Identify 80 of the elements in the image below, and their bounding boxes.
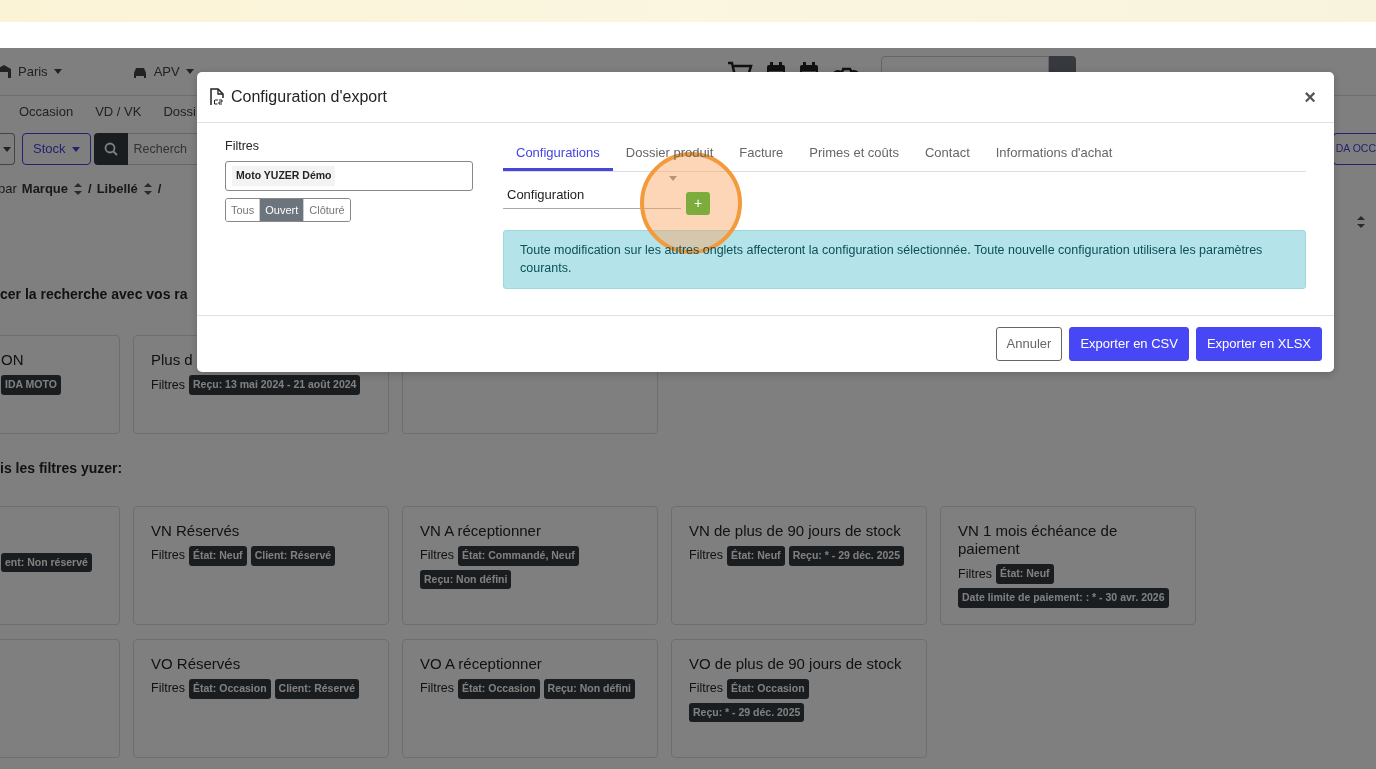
footer-button[interactable]: Exporter en XLSX: [1195, 327, 1322, 361]
filters-label: Filtres: [958, 565, 993, 583]
search-icon: [103, 142, 118, 156]
card-title: VN Réservés: [151, 521, 241, 540]
filters-label: Filtres: [689, 680, 724, 698]
sort-field[interactable]: Marque: [21, 179, 69, 199]
filter-badge: État: Occasion: [727, 678, 809, 699]
filter-badge: Date limite de paiement: : * - 30 avr. 2026: [958, 587, 1169, 608]
configuration-select[interactable]: Configuration: [503, 176, 681, 209]
tab[interactable]: Contact: [911, 137, 983, 171]
sort-icon[interactable]: [73, 182, 84, 196]
tab[interactable]: Configurations: [503, 137, 613, 171]
card-title: Plus d: [151, 350, 194, 370]
sort-separator: /: [88, 180, 92, 199]
tab[interactable]: Facture: [726, 137, 797, 171]
filter-badge: État: Neuf: [727, 545, 785, 566]
close-button[interactable]: ×: [1298, 87, 1322, 107]
sort-field[interactable]: Libellé: [96, 179, 138, 199]
filter-card[interactable]: VN A réceptionner Filtres État: Commandé, Neuf Reçu: Non défini: [402, 505, 658, 625]
tab[interactable]: Informations d'achat: [982, 137, 1126, 171]
sort-icon[interactable]: [142, 182, 153, 196]
filter-card[interactable]: VO A réceptionner Filtres État: Occasion Reçu: Non défini: [402, 638, 658, 758]
modal-title: Configuration d'export: [231, 87, 388, 107]
filters-label: Filtres: [151, 376, 186, 394]
field-label: Filtres: [225, 138, 261, 155]
filter-badge: Client: Réservé: [274, 678, 359, 699]
footer-button[interactable]: Exporter en CSV: [1069, 327, 1189, 361]
filter-badge: État: Occasion: [189, 678, 271, 699]
card-title: VO Réservés: [151, 654, 242, 673]
card-title: VO de plus de 90 jours de stock: [689, 654, 903, 673]
card-title: VN de plus de 90 jours de stock: [689, 521, 902, 540]
building-icon: [0, 64, 12, 79]
menu-item[interactable]: Dossi: [163, 101, 196, 122]
filter-card[interactable]: ent: Non réservé: [0, 505, 120, 625]
filter-card[interactable]: VO Réservés Filtres État: Occasion Client: Réservé: [133, 638, 389, 758]
filters-label: Filtres: [151, 680, 186, 698]
place-dropdown[interactable]: Paris: [18, 61, 62, 82]
stock-dropdown[interactable]: Stock: [22, 133, 91, 165]
status-toggle[interactable]: Clôturé: [303, 198, 350, 222]
filter-badge: Reçu: * - 29 déc. 2025: [788, 545, 904, 566]
filter-card[interactable]: VO de plus de 90 jours de stock Filtres État: Occasion Reçu: * - 29 déc. 2025: [671, 638, 927, 758]
filter-badge: État: Neuf: [996, 564, 1054, 584]
info-alert: Toute modification sur les autres onglets affecteront la configuration sélectionnée. Toute nouvelle configuration utilisera les paramètres courants.: [503, 229, 1306, 289]
filter-badge: Reçu: Non défini: [420, 569, 512, 590]
filter-badge: État: Commandé, Neuf: [458, 545, 579, 566]
section-heading: cer la recherche avec vos ra: [0, 286, 189, 303]
filter-badge: Reçu: Non défini: [543, 678, 635, 699]
filter-card[interactable]: ON IDA MOTO: [0, 334, 120, 434]
footer-button[interactable]: Annuler: [995, 327, 1063, 361]
card-title: ON: [1, 350, 25, 370]
card-title: VN A réceptionner: [420, 521, 542, 540]
sort-separator: /: [157, 180, 162, 199]
filter-card[interactable]: VN de plus de 90 jours de stock Filtres État: Neuf Reçu: * - 29 déc. 2025: [671, 505, 927, 625]
file-icon: [209, 88, 225, 106]
dropdown-toggle[interactable]: [0, 133, 15, 165]
filters-label: Filtres: [420, 680, 455, 698]
menu-item[interactable]: Occasion: [19, 101, 74, 122]
filter-badge: Reçu: * - 29 déc. 2025: [689, 702, 805, 723]
menu-item[interactable]: VD / VK: [95, 101, 142, 122]
filter-badge: État: Neuf: [189, 545, 247, 566]
sort-icon[interactable]: [1356, 215, 1366, 229]
filters-label: Filtres: [151, 547, 186, 565]
filter-tag: Moto YUZER Démo: [232, 165, 336, 186]
filter-card[interactable]: VN 1 mois échéance de paiement Filtres État: Neuf Date limite de paiement: : * - 30 avr. 2026: [940, 505, 1196, 625]
filter-badge: ent: Non réservé: [1, 552, 92, 573]
card-title: VN 1 mois échéance de paiement: [958, 521, 1119, 559]
add-button[interactable]: +: [686, 191, 710, 215]
status-toggle[interactable]: Ouvert: [259, 198, 304, 222]
card-title: VO A réceptionner: [420, 654, 543, 673]
filter-badge: Reçu: 13 mai 2024 - 21 août 2024: [189, 375, 361, 395]
tab[interactable]: Primes et coûts: [796, 137, 912, 171]
filters-label: Filtres: [420, 547, 455, 565]
filters-label: Filtres: [689, 547, 724, 565]
filter-badge: Client: Réservé: [250, 545, 336, 566]
filter-badge: État: Occasion: [458, 678, 540, 699]
filter-field[interactable]: Moto YUZER Démo: [225, 160, 473, 191]
filter-button[interactable]: DA OCC: [1332, 133, 1376, 165]
filter-badge: IDA MOTO: [1, 375, 61, 395]
section-heading: is les filtres yuzer:: [0, 459, 124, 477]
filter-card[interactable]: VN Réservés Filtres État: Neuf Client: Réservé: [133, 505, 389, 625]
